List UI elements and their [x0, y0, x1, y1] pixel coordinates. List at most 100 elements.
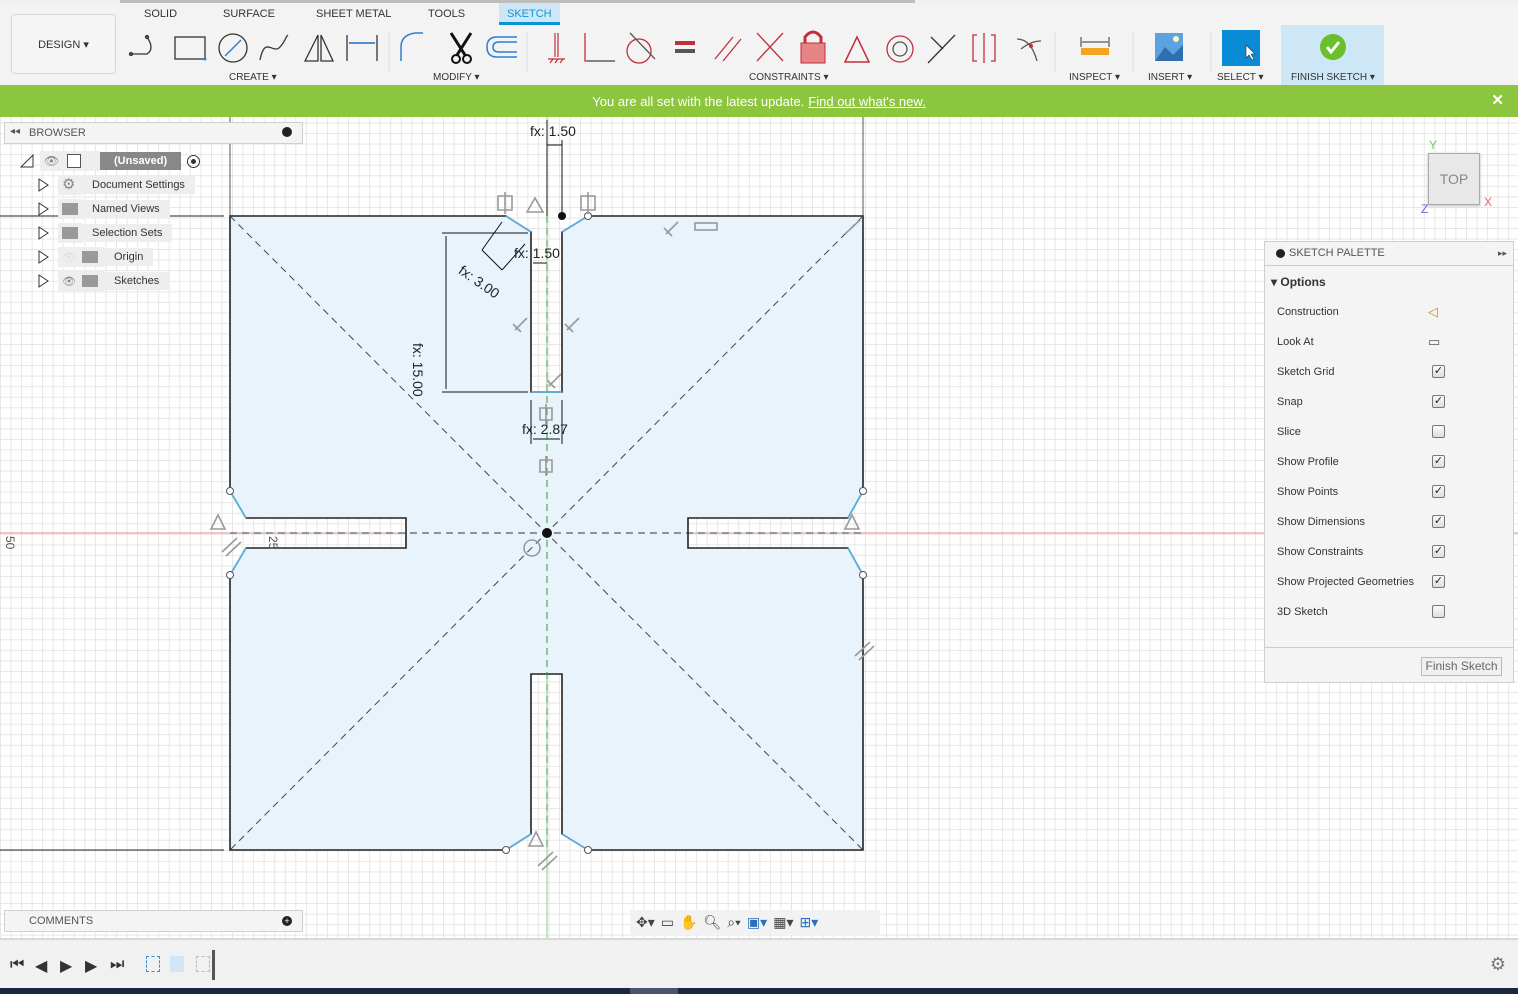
expand-arrow-icon[interactable]: [38, 250, 50, 264]
grid-settings-icon[interactable]: ▦▾: [773, 914, 793, 931]
viewports-icon[interactable]: ⊞▾: [799, 914, 818, 931]
select-menu[interactable]: SELECT ▾: [1217, 72, 1264, 83]
browser-item[interactable]: ⚙ Document Settings: [38, 175, 195, 195]
step-back-icon[interactable]: ◀: [35, 956, 47, 976]
triangle-mirror-icon[interactable]: [303, 34, 335, 62]
select-icon[interactable]: [1222, 30, 1260, 66]
insert-menu[interactable]: INSERT ▾: [1148, 72, 1192, 83]
browser-item[interactable]: Named Views: [38, 199, 170, 219]
dimension-top-width[interactable]: fx: 1.50: [530, 123, 576, 139]
timeline-sketch-feature[interactable]: [196, 956, 210, 972]
browser-item[interactable]: Selection Sets: [38, 223, 173, 243]
midpoint-icon[interactable]: [927, 34, 956, 64]
palette-header[interactable]: SKETCH PALETTE ▸▸: [1265, 242, 1513, 266]
timeline-settings-gear-icon[interactable]: ⚙: [1490, 954, 1506, 975]
fit-icon[interactable]: ⌕▾: [727, 914, 741, 931]
inspect-menu[interactable]: INSPECT ▾: [1069, 72, 1120, 83]
expand-arrow-icon[interactable]: [38, 178, 50, 192]
look-at-icon[interactable]: ▭: [1428, 334, 1440, 350]
whats-new-link[interactable]: Find out what's new.: [808, 94, 925, 109]
tab-tools[interactable]: TOOLS: [420, 7, 473, 25]
checkbox-show-profile[interactable]: ✓: [1432, 455, 1445, 468]
parallel-icon[interactable]: [714, 36, 742, 62]
create-menu[interactable]: CREATE ▾: [229, 72, 277, 83]
activate-radio-icon[interactable]: [187, 154, 201, 168]
orbit-icon[interactable]: ✥▾: [636, 914, 655, 931]
comments-panel[interactable]: COMMENTS +: [4, 910, 303, 932]
visibility-eye-icon[interactable]: 👁: [44, 154, 59, 168]
expand-arrow-icon[interactable]: [38, 226, 50, 240]
equal-icon[interactable]: [675, 41, 695, 53]
perpendicular-icon[interactable]: [584, 33, 615, 62]
expand-icon[interactable]: ▸▸: [1498, 248, 1507, 259]
checkbox-slice[interactable]: [1432, 425, 1445, 438]
symmetry-icon[interactable]: [972, 33, 996, 63]
modify-menu[interactable]: MODIFY ▾: [433, 72, 480, 83]
circle-icon[interactable]: [218, 33, 248, 63]
curvature-icon[interactable]: [1016, 38, 1042, 62]
checkbox-show-projected-geometries[interactable]: ✓: [1432, 575, 1445, 588]
browser-item[interactable]: 👁 Origin: [38, 247, 154, 267]
expand-triangle-icon[interactable]: [20, 154, 34, 168]
play-icon[interactable]: ▶: [60, 956, 72, 976]
construction-icon[interactable]: ◁: [1428, 304, 1438, 320]
collapse-browser-icon[interactable]: ◂◂: [10, 126, 20, 137]
offset-icon[interactable]: [486, 36, 517, 58]
browser-root[interactable]: 👁 (Unsaved): [20, 151, 201, 171]
spline-icon[interactable]: [259, 34, 289, 61]
checkbox-sketch-grid[interactable]: ✓: [1432, 365, 1445, 378]
look-at-icon[interactable]: ▭: [661, 914, 674, 931]
expand-arrow-icon[interactable]: [38, 202, 50, 216]
tab-sketch[interactable]: SKETCH: [499, 3, 560, 25]
expand-arrow-icon[interactable]: [38, 274, 50, 288]
tab-solid[interactable]: SOLID: [136, 7, 185, 25]
zoom-icon[interactable]: 🔍︎: [703, 914, 721, 931]
insert-image-icon[interactable]: [1155, 33, 1183, 61]
checkbox-show-points[interactable]: ✓: [1432, 485, 1445, 498]
concentric-icon[interactable]: [886, 35, 914, 63]
checkbox-3d-sketch[interactable]: [1432, 605, 1445, 618]
triangle-constraint-icon[interactable]: [843, 35, 871, 63]
tab-sheet-metal[interactable]: SHEET METAL: [308, 7, 399, 25]
viewcube-face-top[interactable]: TOP: [1440, 171, 1469, 187]
display-settings-icon[interactable]: ▣▾: [747, 914, 767, 931]
step-forward-icon[interactable]: ▶: [85, 956, 97, 976]
minimize-icon[interactable]: [1276, 249, 1285, 258]
line-icon[interactable]: [128, 34, 152, 57]
timeline-feature[interactable]: [170, 956, 184, 972]
dimension-slot-length[interactable]: fx: 15.00: [410, 343, 426, 397]
dimension-icon[interactable]: [346, 35, 378, 61]
coincident-icon[interactable]: [756, 32, 784, 62]
timeline-marker[interactable]: [212, 950, 215, 980]
options-section[interactable]: ▾ Options: [1271, 275, 1326, 289]
root-component-label[interactable]: (Unsaved): [100, 152, 182, 170]
dimension-slot-bottom[interactable]: fx: 2.87: [522, 421, 568, 437]
add-comment-icon[interactable]: +: [282, 916, 292, 926]
visibility-eye-icon[interactable]: 👁: [62, 275, 76, 288]
go-to-end-icon[interactable]: ⏭: [110, 956, 124, 974]
close-banner-button[interactable]: ✕: [1491, 91, 1504, 109]
finish-sketch-palette-button[interactable]: Finish Sketch: [1421, 657, 1502, 676]
checkbox-show-constraints[interactable]: ✓: [1432, 545, 1445, 558]
minimize-icon[interactable]: [282, 127, 292, 137]
constraints-menu[interactable]: CONSTRAINTS ▾: [749, 72, 828, 83]
workspace-switcher[interactable]: DESIGN ▾: [11, 14, 116, 74]
tab-surface[interactable]: SURFACE: [215, 7, 283, 25]
rectangle-icon[interactable]: [174, 36, 207, 61]
timeline-sketch-feature[interactable]: [146, 956, 160, 972]
measure-icon[interactable]: [1080, 37, 1110, 55]
checkbox-show-dimensions[interactable]: ✓: [1432, 515, 1445, 528]
lock-icon[interactable]: [800, 30, 826, 64]
browser-header[interactable]: ◂◂ BROWSER: [4, 122, 303, 144]
go-to-start-icon[interactable]: ⏮: [10, 956, 24, 974]
viewcube[interactable]: TOP: [1428, 153, 1480, 205]
fillet-icon[interactable]: [400, 32, 423, 61]
trim-scissors-icon[interactable]: [449, 32, 473, 64]
fix-constraint-icon[interactable]: [548, 33, 565, 64]
dimension-inner-width[interactable]: fx: 1.50: [514, 245, 560, 261]
checkbox-snap[interactable]: ✓: [1432, 395, 1445, 408]
visibility-hidden-icon[interactable]: 👁: [62, 251, 76, 264]
pan-hand-icon[interactable]: ✋: [680, 914, 697, 931]
tangent-icon[interactable]: [626, 32, 656, 64]
finish-sketch-menu[interactable]: FINISH SKETCH ▾: [1291, 72, 1375, 83]
